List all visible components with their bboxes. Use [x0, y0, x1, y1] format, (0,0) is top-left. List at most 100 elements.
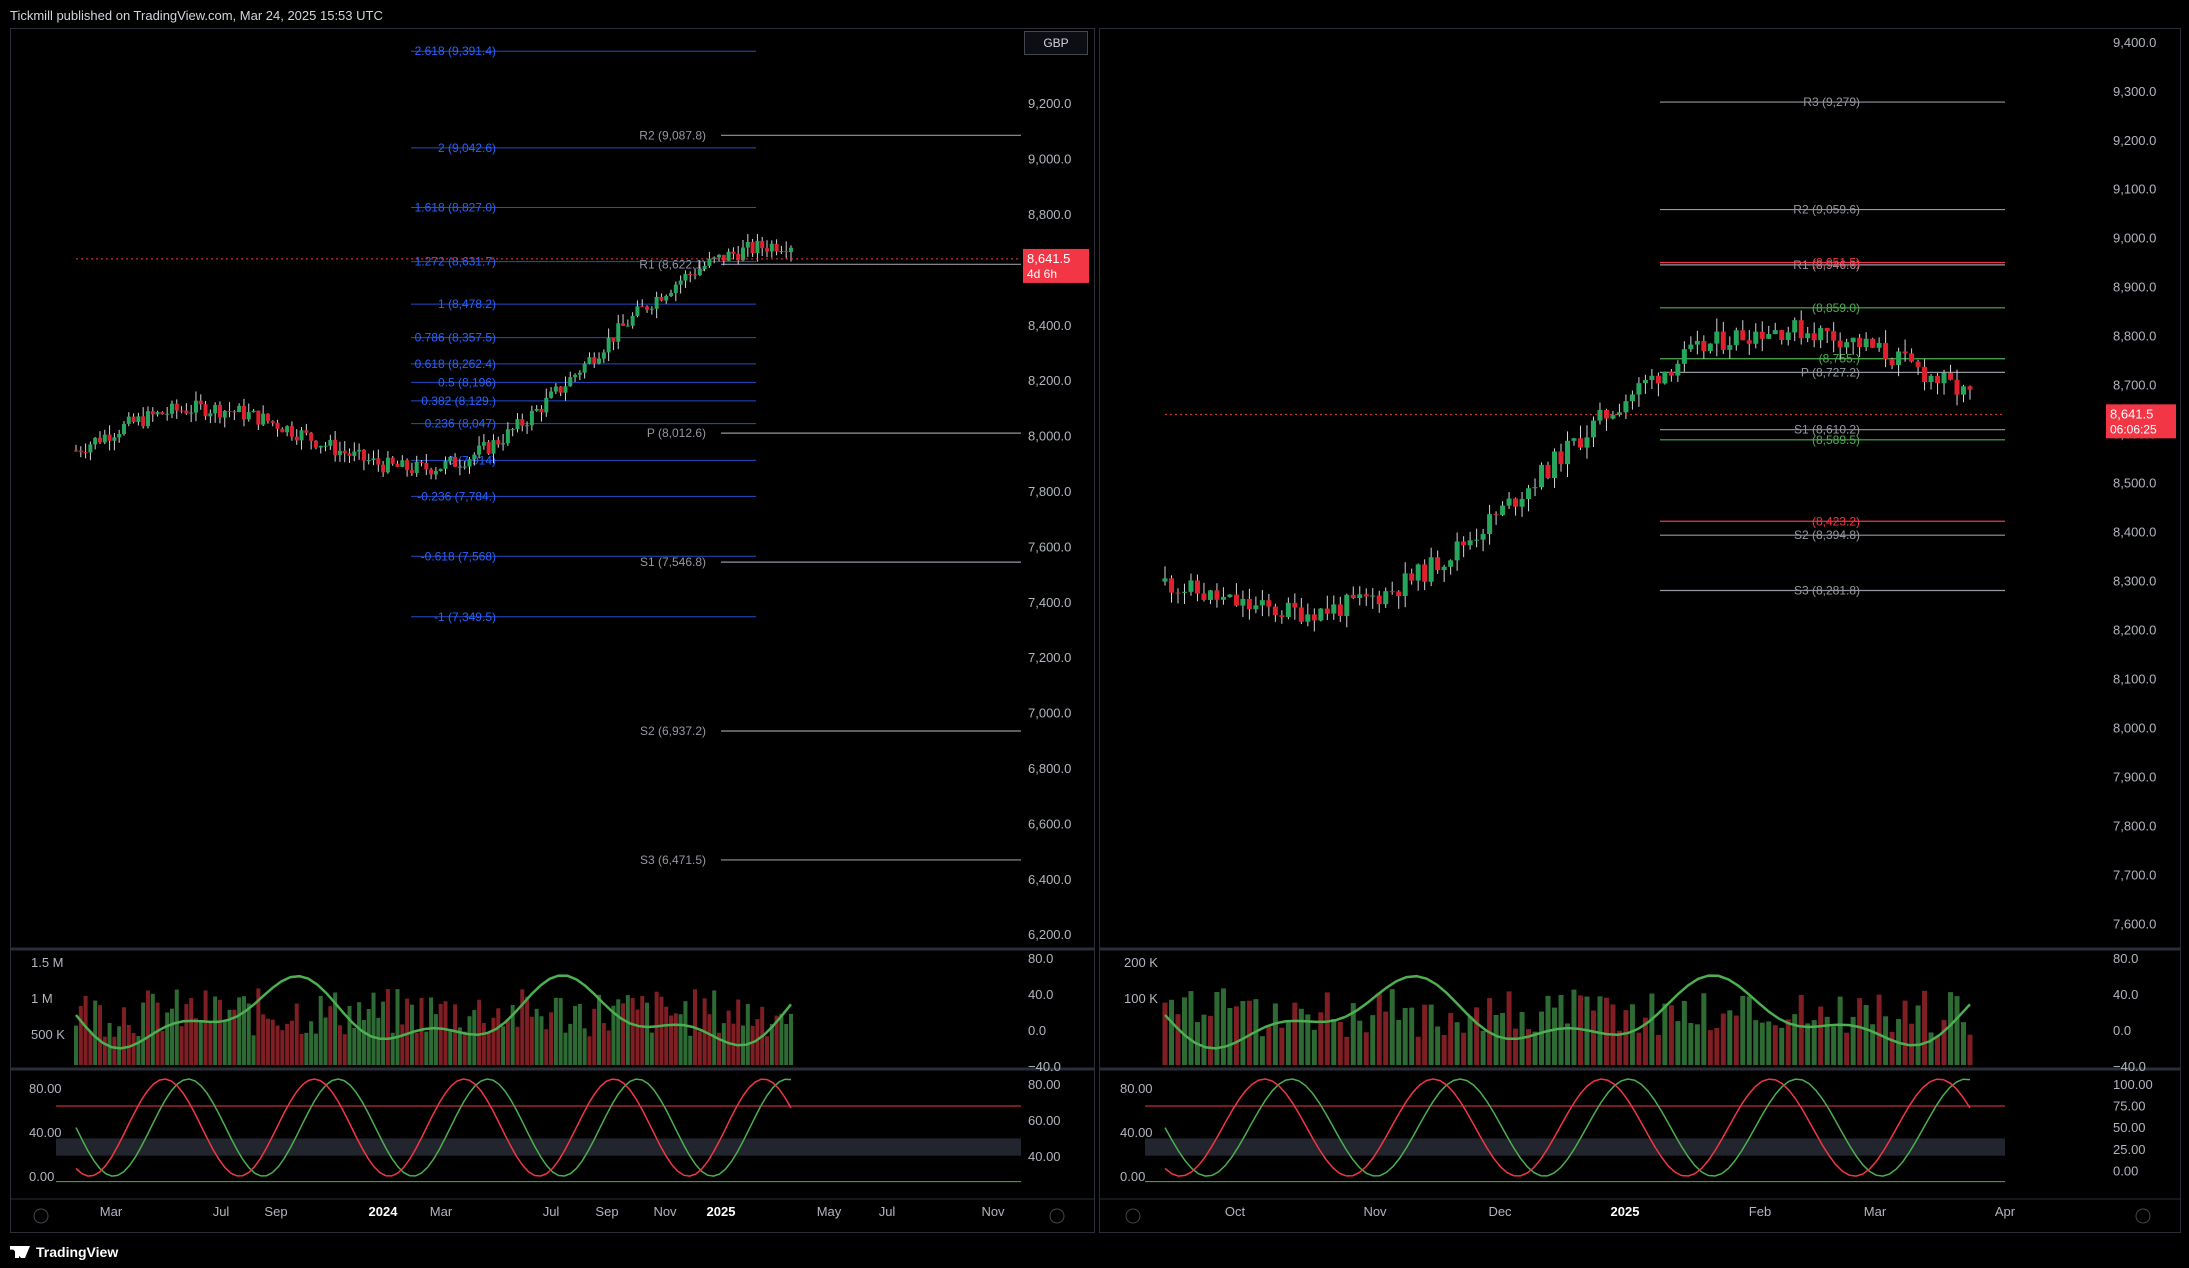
candle-body	[1539, 464, 1545, 488]
volume-bar	[736, 999, 741, 1065]
volume-bar	[429, 997, 434, 1065]
volume-bar	[659, 996, 664, 1065]
candle-body	[1435, 557, 1441, 571]
candle-body	[1253, 605, 1259, 610]
pivot-label: P (8,012.6)	[647, 426, 706, 440]
candle-body	[184, 410, 189, 414]
candle-body	[1194, 580, 1200, 594]
volume-bar	[1448, 1012, 1454, 1065]
candle-body	[774, 243, 779, 252]
volume-bar	[299, 1034, 304, 1065]
candle-body	[448, 457, 453, 461]
right-chart-svg[interactable]: 7,600.0 7,700.0 7,800.0 7,900.0 8,000.0 8,100…	[1100, 29, 2180, 1232]
candle-body	[318, 445, 323, 448]
volume-bar	[1357, 1020, 1363, 1065]
volume-bar	[1207, 1015, 1213, 1065]
volume-bar	[1779, 1027, 1785, 1065]
volume-bar	[534, 1008, 539, 1065]
volume-bar	[117, 1026, 122, 1065]
time-axis-label: Jul	[543, 1204, 560, 1219]
candle-body	[1759, 331, 1765, 339]
rsi-axis-label: 40.0	[2113, 987, 2138, 1002]
volume-bar	[549, 1012, 554, 1065]
candle-body	[1792, 320, 1798, 333]
candle-body	[438, 468, 443, 472]
left-chart-svg[interactable]: 6,200.0 6,400.0 6,600.0 6,800.0 7,000.0 7,200…	[11, 0, 1094, 1232]
candle-body	[601, 352, 606, 359]
volume-bar	[352, 1027, 357, 1065]
volume-bar	[1662, 1003, 1668, 1065]
volume-bar	[721, 1023, 726, 1065]
candle-body	[669, 292, 674, 296]
volume-bar	[1954, 996, 1960, 1065]
volume-bar	[160, 1031, 165, 1065]
pivot-label: S3 (6,471.5)	[640, 853, 706, 867]
candle-body	[1720, 331, 1726, 350]
candle-body	[1246, 598, 1252, 610]
volume-bar	[1766, 1021, 1772, 1065]
volume-bar	[381, 1001, 386, 1065]
candle-body	[1883, 342, 1889, 360]
candle-body	[1584, 437, 1590, 448]
candle-body	[1357, 594, 1363, 599]
volume-bar	[1675, 1021, 1681, 1065]
volume-bar	[270, 1019, 275, 1065]
candle-body	[1162, 578, 1168, 582]
volume-bar	[347, 1005, 352, 1065]
candle-body	[304, 430, 309, 433]
price-axis-label: 8,300.0	[2113, 574, 2156, 589]
tradingview-logo[interactable]: TradingView	[10, 1244, 118, 1260]
volume-bar	[395, 989, 400, 1065]
candle-body	[313, 440, 318, 448]
candle-body	[501, 443, 506, 445]
currency-badge[interactable]: GBP	[1024, 31, 1088, 55]
volume-bar	[601, 1023, 606, 1065]
rsi-axis-label: 40.0	[1028, 987, 1053, 1002]
volume-bar	[1318, 1012, 1324, 1065]
right-chart-panel[interactable]: 7,600.0 7,700.0 7,800.0 7,900.0 8,000.0 8,100…	[1099, 28, 2181, 1233]
candle-body	[1623, 401, 1629, 413]
candle-body	[491, 440, 496, 454]
candle-body	[717, 254, 722, 258]
volume-bar	[78, 1006, 83, 1065]
volume-bar	[323, 1017, 328, 1065]
candle-body	[342, 450, 347, 454]
candle-body	[160, 412, 165, 415]
volume-bar	[654, 991, 659, 1065]
candle-body	[1727, 345, 1733, 350]
rsi-axis-label: −40.0	[2113, 1059, 2146, 1074]
volume-bar	[107, 1022, 112, 1065]
volume-bar	[1733, 1015, 1739, 1065]
volume-bar	[1181, 997, 1187, 1065]
volume-bar	[414, 1032, 419, 1065]
volume-bar	[309, 1021, 314, 1065]
volume-bar	[1883, 1016, 1889, 1065]
volume-bar	[750, 1025, 755, 1065]
rsi-axis-label: 80.0	[1028, 951, 1053, 966]
volume-bar	[1467, 1016, 1473, 1065]
time-axis-label: Mar	[1864, 1204, 1887, 1219]
volume-axis-label: 1.5 M	[31, 955, 64, 970]
volume-bar	[1876, 994, 1882, 1065]
volume-bar	[1707, 1030, 1713, 1065]
candle-body	[145, 411, 150, 427]
candle-body	[1675, 363, 1681, 376]
left-chart-panel[interactable]: 6,200.0 6,400.0 6,600.0 6,800.0 7,000.0 7,200…	[10, 0, 1095, 1233]
candle-body	[477, 445, 482, 455]
candle-body	[1513, 498, 1519, 507]
candle-body	[693, 274, 698, 276]
candle-body	[1487, 514, 1493, 534]
candle-body	[1642, 379, 1648, 384]
volume-bar	[1298, 1008, 1304, 1065]
candle-body	[784, 251, 789, 253]
candle-body	[400, 460, 405, 467]
candle-body	[102, 434, 107, 443]
candle-body	[1954, 379, 1960, 395]
volume-bar	[1935, 1036, 1941, 1065]
volume-bar	[1493, 1014, 1499, 1065]
volume-bar	[294, 1003, 299, 1065]
volume-bar	[1740, 995, 1746, 1065]
candle-body	[741, 247, 746, 261]
volume-bar	[97, 1005, 102, 1065]
candle-body	[525, 425, 530, 427]
